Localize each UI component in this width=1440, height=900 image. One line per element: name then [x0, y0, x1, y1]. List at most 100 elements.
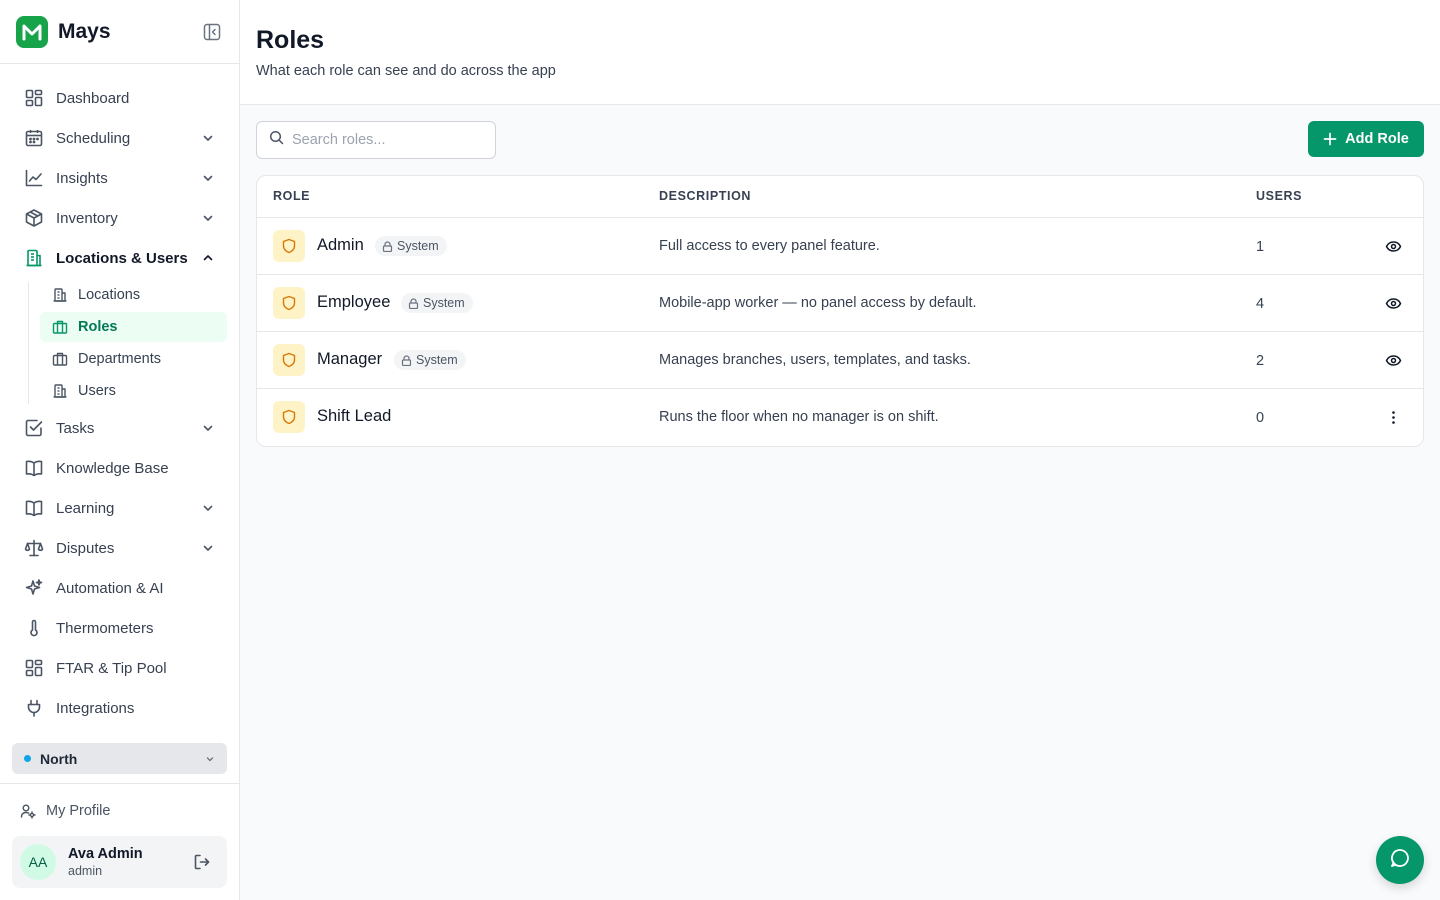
sidebar-item-label: Thermometers [56, 619, 154, 637]
avatar: AA [20, 844, 56, 880]
app-logo-icon [16, 15, 48, 48]
chevron-down-icon [201, 501, 215, 515]
eye-icon[interactable] [1383, 293, 1403, 313]
sidebar-item-label: Inventory [56, 209, 118, 227]
branch-selector[interactable]: North [12, 743, 227, 774]
sidebar-subitem-label: Departments [78, 351, 162, 367]
table-row[interactable]: Manager System Manages branches, users, … [257, 332, 1423, 389]
sidebar-item-label: Disputes [56, 539, 115, 557]
sidebar-subitem-label: Users [78, 383, 116, 399]
user-cog-icon [20, 803, 36, 819]
chat-bubble-icon [1389, 847, 1411, 874]
more-vertical-icon[interactable] [1383, 407, 1403, 427]
sidebar-item-label: Insights [56, 169, 108, 187]
chat-button[interactable] [1376, 836, 1424, 884]
table-row[interactable]: Shift Lead Runs the floor when no manage… [257, 389, 1423, 446]
sidebar: Mays Dashboard Scheduling Insights Inven… [0, 0, 240, 900]
sidebar-item-label: Scheduling [56, 129, 131, 147]
branch-label: North [40, 750, 78, 767]
sidebar-item-ftar-tip-pool[interactable]: FTAR & Tip Pool [0, 648, 239, 688]
my-profile-label: My Profile [46, 803, 111, 819]
sidebar-item-label: Automation & AI [56, 579, 164, 597]
sidebar-item-locations-users[interactable]: Locations & Users [0, 238, 239, 278]
system-badge-label: System [397, 239, 439, 253]
sidebar-item-disputes[interactable]: Disputes [0, 528, 239, 568]
sidebar-item-tasks[interactable]: Tasks [0, 408, 239, 448]
building-icon [52, 383, 68, 399]
branch-status-dot [24, 755, 31, 762]
chevron-down-icon [201, 541, 215, 555]
role-description: Manages branches, users, templates, and … [659, 352, 971, 368]
sidebar-item-learning[interactable]: Learning [0, 488, 239, 528]
sidebar-item-label: Locations & Users [56, 249, 188, 267]
briefcase-icon [52, 351, 68, 367]
thermometer-icon [24, 618, 44, 638]
role-user-count: 4 [1256, 296, 1265, 312]
eye-icon[interactable] [1383, 350, 1403, 370]
sidebar-subitem-users[interactable]: Users [40, 376, 227, 406]
chevron-up-icon [201, 251, 215, 265]
chevron-down-icon [201, 421, 215, 435]
lock-icon [408, 297, 419, 309]
logout-icon[interactable] [193, 853, 211, 871]
sidebar-collapse-icon[interactable] [201, 21, 223, 43]
sidebar-item-label: Integrations [56, 699, 135, 717]
sidebar-item-label: Knowledge Base [56, 459, 169, 477]
page-title: Roles [256, 26, 325, 54]
user-name: Ava Admin [68, 846, 143, 862]
sidebar-nav: Dashboard Scheduling Insights Inventory … [0, 64, 239, 728]
sidebar-item-label: Learning [56, 499, 115, 517]
role-name: Shift Lead [317, 407, 392, 425]
role-user-count: 0 [1256, 410, 1265, 426]
chevron-down-icon [201, 131, 215, 145]
sidebar-item-dashboard[interactable]: Dashboard [0, 78, 239, 118]
user-card: AA Ava Admin admin [12, 836, 227, 888]
chart-line-icon [24, 168, 44, 188]
shield-icon [273, 401, 305, 433]
column-header-users: USERS [1256, 189, 1303, 203]
toolbar: Add Role [256, 121, 1424, 159]
shield-icon [273, 230, 305, 262]
sidebar-subitem-departments[interactable]: Departments [40, 344, 227, 374]
role-name: Admin [317, 236, 364, 254]
system-badge-label: System [416, 353, 458, 367]
sidebar-subnav-locations-users: Locations Roles Departments Users [24, 280, 239, 406]
sidebar-item-label: Dashboard [56, 89, 130, 107]
app-name: Mays [58, 19, 111, 43]
table-row[interactable]: Employee System Mobile-app worker — no p… [257, 275, 1423, 332]
shield-icon [273, 344, 305, 376]
sidebar-item-scheduling[interactable]: Scheduling [0, 118, 239, 158]
sidebar-divider [0, 783, 239, 784]
sidebar-item-integrations[interactable]: Integrations [0, 688, 239, 728]
sidebar-item-knowledge-base[interactable]: Knowledge Base [0, 448, 239, 488]
search-icon [269, 130, 284, 150]
sidebar-subitem-roles[interactable]: Roles [40, 312, 227, 342]
book-icon [24, 498, 44, 518]
sidebar-subitem-locations[interactable]: Locations [40, 280, 227, 310]
sidebar-item-automation-ai[interactable]: Automation & AI [0, 568, 239, 608]
search-box [256, 121, 496, 159]
role-user-count: 1 [1256, 239, 1265, 255]
system-badge-label: System [423, 296, 465, 310]
search-input[interactable] [292, 132, 482, 148]
role-description: Runs the floor when no manager is on shi… [659, 409, 939, 425]
briefcase-icon [52, 319, 68, 335]
add-role-button[interactable]: Add Role [1308, 121, 1424, 157]
plug-icon [24, 698, 44, 718]
scale-icon [24, 538, 44, 558]
table-row[interactable]: Admin System Full access to every panel … [257, 218, 1423, 275]
system-badge: System [375, 236, 447, 256]
book-icon [24, 458, 44, 478]
calendar-icon [24, 128, 44, 148]
my-profile-link[interactable]: My Profile [20, 803, 110, 819]
dashboard-icon [24, 658, 44, 678]
sidebar-item-inventory[interactable]: Inventory [0, 198, 239, 238]
eye-icon[interactable] [1383, 236, 1403, 256]
sidebar-item-insights[interactable]: Insights [0, 158, 239, 198]
sidebar-item-thermometers[interactable]: Thermometers [0, 608, 239, 648]
chevron-down-icon [201, 171, 215, 185]
system-badge: System [401, 293, 473, 313]
user-info: Ava Admin admin [68, 846, 143, 878]
page-header: Roles What each role can see and do acro… [240, 0, 1440, 105]
add-role-label: Add Role [1345, 131, 1409, 147]
